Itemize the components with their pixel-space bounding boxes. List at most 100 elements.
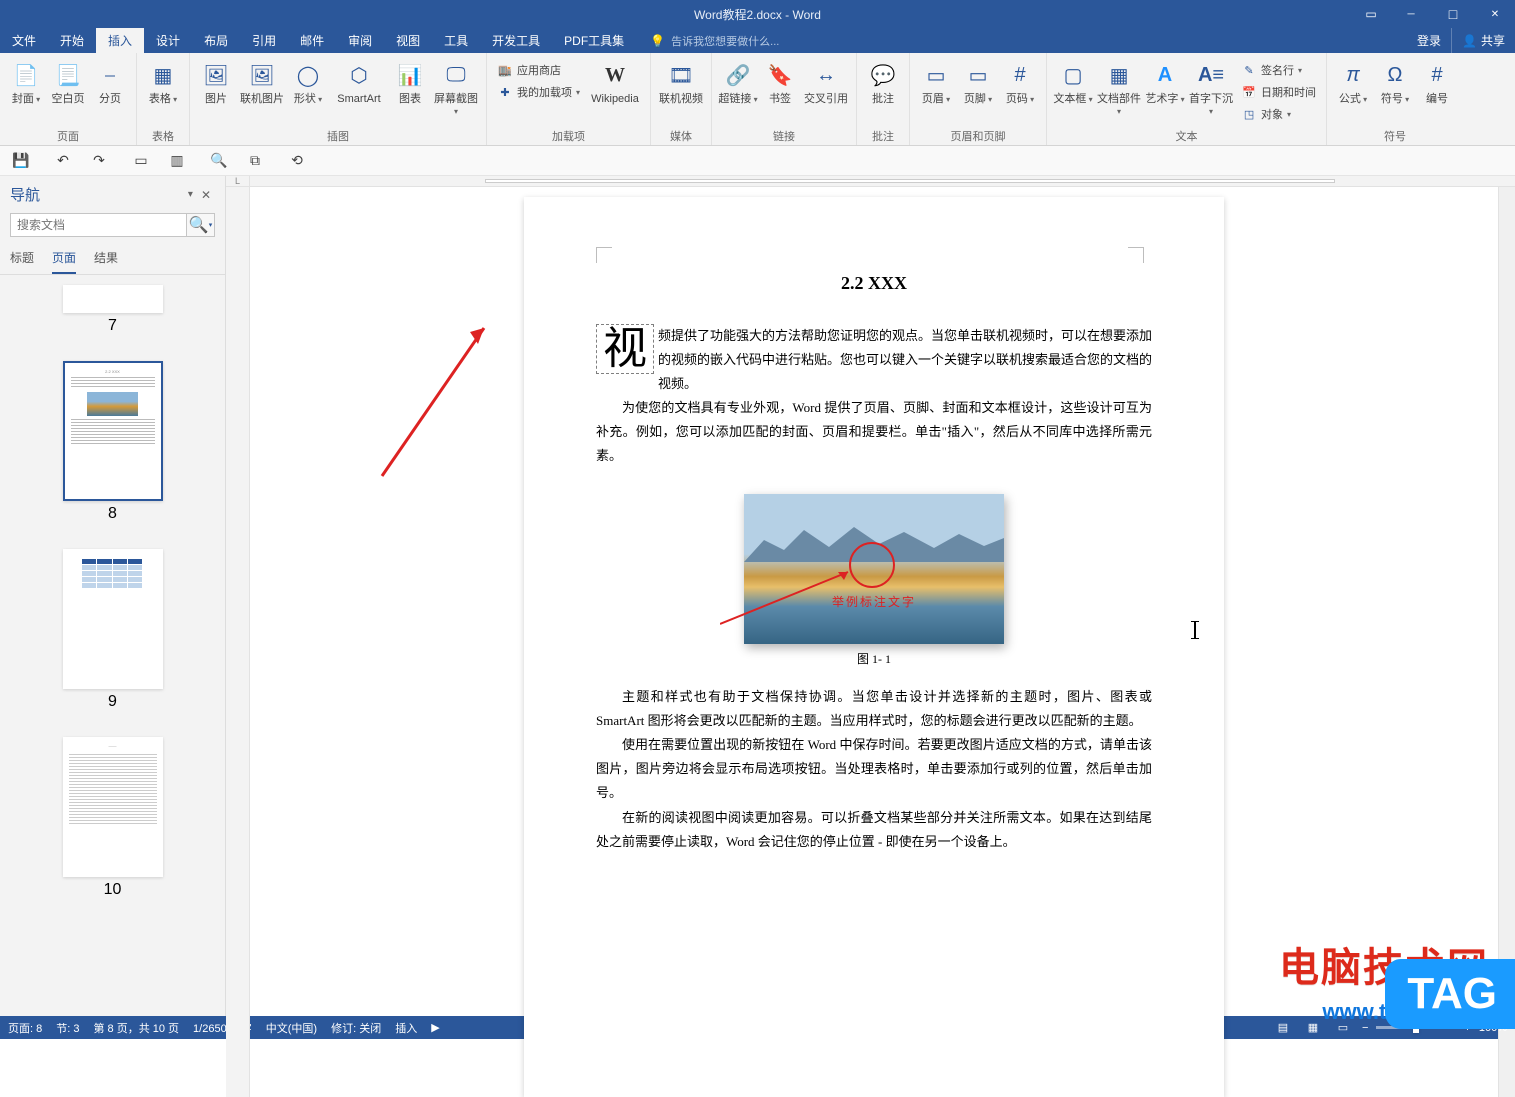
- tab-mailings[interactable]: 邮件: [288, 28, 336, 53]
- group-symbols: π公式 Ω符号 #编号 符号: [1327, 53, 1463, 145]
- ruler-corner[interactable]: L: [226, 176, 250, 187]
- quickparts-button[interactable]: ▦文档部件: [1095, 57, 1143, 117]
- wordart-button[interactable]: A艺术字: [1145, 57, 1185, 105]
- thumb-page-9[interactable]: [63, 549, 163, 689]
- symbol-icon: Ω: [1379, 59, 1411, 91]
- ribbon-display-options-icon[interactable]: ▭: [1353, 7, 1389, 21]
- figure-image[interactable]: 举例标注文字: [744, 494, 1004, 644]
- header-button[interactable]: ▭页眉: [916, 57, 956, 105]
- wordart-icon: A: [1149, 59, 1181, 91]
- video-icon: 🎞: [665, 59, 697, 91]
- tab-file[interactable]: 文件: [0, 28, 48, 53]
- page[interactable]: 2.2 XXX 视 频提供了功能强大的方法帮助您证明您的观点。当您单击联机视频时…: [524, 197, 1224, 1097]
- qat-icon-3[interactable]: 🔍: [208, 150, 230, 172]
- close-button[interactable]: ✕: [1475, 0, 1515, 28]
- online-video-button[interactable]: 🎞联机视频: [657, 57, 705, 105]
- store-button[interactable]: 🏬应用商店: [493, 59, 584, 81]
- sign-in[interactable]: 登录: [1407, 28, 1451, 53]
- symbol-button[interactable]: Ω符号: [1375, 57, 1415, 105]
- dropcap-frame[interactable]: 视: [596, 324, 654, 374]
- tab-insert[interactable]: 插入: [96, 28, 144, 53]
- section-heading: 2.2 XXX: [596, 273, 1152, 294]
- quick-access-toolbar: 💾 ↶ ↷ ▭ ▥ 🔍 ⧉ ⟲: [0, 146, 1515, 176]
- my-addins-button[interactable]: ✚我的加载项 ▾: [493, 81, 584, 103]
- nav-close-icon[interactable]: ✕: [197, 188, 215, 202]
- thumb-page-8[interactable]: 2.2 XXX: [63, 361, 163, 501]
- status-mode[interactable]: 插入: [395, 1020, 417, 1036]
- tell-me[interactable]: 💡 告诉我您想要做什么...: [650, 28, 779, 53]
- chart-button[interactable]: 📊图表: [390, 57, 430, 105]
- footer-icon: ▭: [962, 59, 994, 91]
- undo-button[interactable]: ↶: [52, 150, 74, 172]
- nav-tab-pages[interactable]: 页面: [52, 249, 76, 274]
- paragraph-1: 频提供了功能强大的方法帮助您证明您的观点。当您单击联机视频时，可以在想要添加的视…: [596, 324, 1152, 396]
- pagenum-button[interactable]: #页码: [1000, 57, 1040, 105]
- thumb-page-7[interactable]: [63, 285, 163, 313]
- crossref-button[interactable]: ↔交叉引用: [802, 57, 850, 105]
- status-lang[interactable]: 中文(中国): [266, 1020, 317, 1036]
- tab-home[interactable]: 开始: [48, 28, 96, 53]
- status-section[interactable]: 节: 3: [56, 1020, 79, 1036]
- page-break-button[interactable]: ⎯分页: [90, 57, 130, 105]
- share-button[interactable]: 👤 共享: [1451, 28, 1515, 53]
- hyperlink-button[interactable]: 🔗超链接: [718, 57, 758, 105]
- main-area: 导航 ▾ ✕ 🔍▾ 标题 页面 结果 7 2.2 XXX 8 9 —— 10: [0, 176, 1515, 1016]
- bookmark-button[interactable]: 🔖书签: [760, 57, 800, 105]
- object-button[interactable]: ◳对象 ▾: [1237, 103, 1320, 125]
- status-macro-icon[interactable]: ▶: [431, 1021, 439, 1034]
- nav-tab-results[interactable]: 结果: [94, 249, 118, 274]
- tab-review[interactable]: 审阅: [336, 28, 384, 53]
- blank-page-button[interactable]: 📃空白页: [48, 57, 88, 105]
- print-layout-button[interactable]: ▦: [1302, 1019, 1324, 1037]
- screenshot-button[interactable]: 🖵屏幕截图: [432, 57, 480, 117]
- tab-view[interactable]: 视图: [384, 28, 432, 53]
- comment-button[interactable]: 💬批注: [863, 57, 903, 105]
- dropcap-button[interactable]: A≡首字下沉: [1187, 57, 1235, 117]
- group-comments: 💬批注 批注: [857, 53, 910, 145]
- shapes-button[interactable]: ◯形状: [288, 57, 328, 105]
- save-button[interactable]: 💾: [10, 150, 32, 172]
- tab-design[interactable]: 设计: [144, 28, 192, 53]
- minimize-button[interactable]: ─: [1391, 0, 1431, 28]
- qat-icon-2[interactable]: ▥: [166, 150, 188, 172]
- textbox-button[interactable]: ▢文本框: [1053, 57, 1093, 105]
- status-pageof[interactable]: 第 8 页，共 10 页: [93, 1020, 179, 1036]
- tab-references[interactable]: 引用: [240, 28, 288, 53]
- search-button[interactable]: 🔍▾: [186, 214, 214, 236]
- read-mode-button[interactable]: ▤: [1272, 1019, 1294, 1037]
- table-button[interactable]: ▦表格: [143, 57, 183, 105]
- tab-developer[interactable]: 开发工具: [480, 28, 552, 53]
- qat-icon-5[interactable]: ⟲: [286, 150, 308, 172]
- group-text: ▢文本框 ▦文档部件 A艺术字 A≡首字下沉 ✎签名行 ▾ 📅日期和时间 ◳对象…: [1047, 53, 1327, 145]
- smartart-button[interactable]: ⬡SmartArt: [330, 57, 388, 105]
- signature-line-button[interactable]: ✎签名行 ▾: [1237, 59, 1320, 81]
- footer-button[interactable]: ▭页脚: [958, 57, 998, 105]
- page-thumbnails[interactable]: 7 2.2 XXX 8 9 —— 10: [0, 275, 225, 1016]
- vertical-ruler[interactable]: [226, 187, 250, 1097]
- horizontal-ruler[interactable]: [250, 176, 1515, 187]
- qat-icon-1[interactable]: ▭: [130, 150, 152, 172]
- online-pictures-button[interactable]: 🖼联机图片: [238, 57, 286, 105]
- paragraph-3: 主题和样式也有助于文档保持协调。当您单击设计并选择新的主题时，图片、图表或 Sm…: [596, 685, 1152, 733]
- pictures-button[interactable]: 🖼图片: [196, 57, 236, 105]
- thumb-page-10[interactable]: ——: [63, 737, 163, 877]
- shapes-icon: ◯: [292, 59, 324, 91]
- wikipedia-button[interactable]: WWikipedia: [586, 57, 644, 105]
- maximize-button[interactable]: □: [1433, 0, 1473, 28]
- number-button[interactable]: #编号: [1417, 57, 1457, 105]
- tab-pdf[interactable]: PDF工具集: [552, 28, 636, 53]
- search-input[interactable]: [11, 214, 186, 236]
- nav-dropdown-icon[interactable]: ▾: [184, 189, 197, 200]
- status-page[interactable]: 页面: 8: [8, 1020, 42, 1036]
- tab-layout[interactable]: 布局: [192, 28, 240, 53]
- cover-page-button[interactable]: 📄封面: [6, 57, 46, 105]
- nav-tab-headings[interactable]: 标题: [10, 249, 34, 274]
- datetime-button[interactable]: 📅日期和时间: [1237, 81, 1320, 103]
- redo-button[interactable]: ↷: [88, 150, 110, 172]
- group-headerfooter: ▭页眉 ▭页脚 #页码 页眉和页脚: [910, 53, 1047, 145]
- tab-tools[interactable]: 工具: [432, 28, 480, 53]
- status-track[interactable]: 修订: 关闭: [331, 1020, 381, 1036]
- qat-icon-4[interactable]: ⧉: [244, 150, 266, 172]
- equation-button[interactable]: π公式: [1333, 57, 1373, 105]
- addins-icon: ✚: [497, 84, 513, 100]
